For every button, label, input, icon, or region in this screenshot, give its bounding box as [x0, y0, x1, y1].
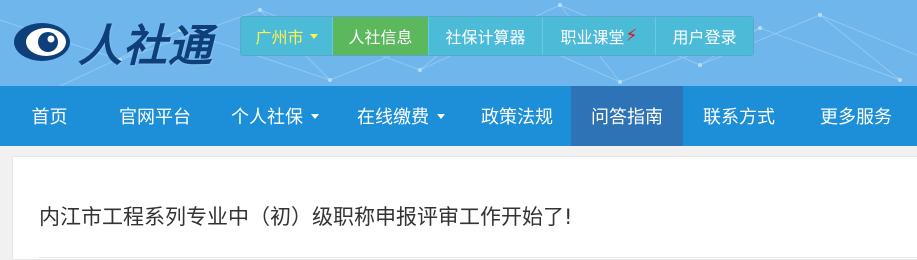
nav-item-contact[interactable]: 联系方式	[683, 86, 795, 146]
article-title: 内江市工程系列专业中（初）级职称申报评审工作开始了!	[39, 205, 573, 229]
news-label: 人社信息	[348, 28, 413, 47]
divider	[39, 257, 917, 258]
nav-item-more[interactable]: 更多服务	[795, 86, 917, 146]
nav-item-official[interactable]: 官网平台	[99, 86, 211, 146]
chevron-down-icon	[311, 113, 319, 119]
chevron-down-icon	[309, 33, 318, 39]
main-nav: 首页 官网平台 个人社保 在线缴费 政策法规 问答指南 联系方式 更多服务	[0, 86, 917, 146]
nav-item-home[interactable]: 首页	[0, 86, 99, 146]
nav-item-qa[interactable]: 问答指南	[571, 86, 683, 146]
site-header: 人社通 广州市 人社信息 社保计算器 职业课堂 ⚡ 用户登录	[0, 0, 917, 86]
city-selector[interactable]: 广州市	[241, 17, 333, 55]
login-button[interactable]: 用户登录	[656, 17, 753, 55]
news-button[interactable]: 人社信息	[333, 17, 429, 55]
nav-item-label: 联系方式	[703, 107, 775, 128]
nav-item-label: 政策法规	[481, 107, 553, 128]
nav-item-label: 首页	[31, 107, 68, 128]
lightning-icon: ⚡	[625, 26, 638, 46]
nav-item-payment[interactable]: 在线缴费	[339, 86, 463, 146]
nav-item-policy[interactable]: 政策法规	[463, 86, 571, 146]
nav-item-label: 问答指南	[591, 107, 663, 128]
city-label: 广州市	[255, 28, 304, 47]
chevron-down-icon	[437, 113, 445, 119]
course-button[interactable]: 职业课堂 ⚡	[543, 17, 656, 55]
top-toolbar: 广州市 人社信息 社保计算器 职业课堂 ⚡ 用户登录	[240, 16, 754, 56]
course-label: 职业课堂	[560, 28, 625, 47]
nav-item-label: 在线缴费	[357, 107, 429, 128]
logo-text: 人社通	[78, 21, 213, 72]
nav-item-label: 个人社保	[231, 107, 303, 128]
article-panel: 内江市工程系列专业中（初）级职称申报评审工作开始了!	[12, 156, 917, 260]
calculator-label: 社保计算器	[445, 28, 526, 47]
nav-item-personal[interactable]: 个人社保	[211, 86, 339, 146]
nav-item-label: 更多服务	[820, 107, 892, 128]
site-logo[interactable]: 人社通	[12, 12, 213, 72]
eye-logo-icon	[14, 23, 70, 61]
login-label: 用户登录	[672, 28, 737, 47]
calculator-button[interactable]: 社保计算器	[429, 17, 543, 55]
nav-item-label: 官网平台	[119, 107, 191, 128]
